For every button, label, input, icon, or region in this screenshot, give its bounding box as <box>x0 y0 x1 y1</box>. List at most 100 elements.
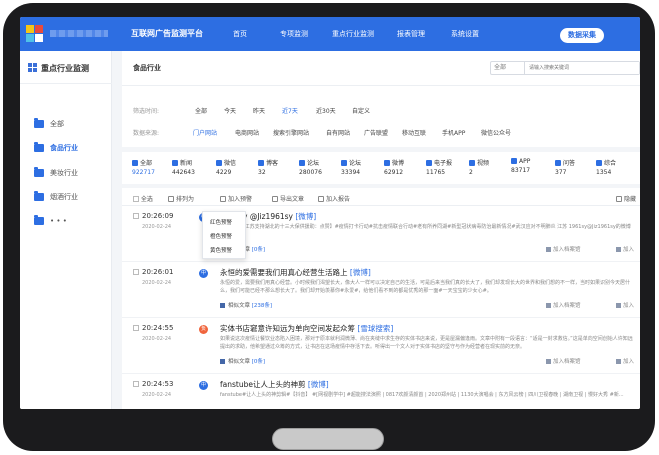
stat-item[interactable]: 全部 922717 <box>132 158 155 176</box>
stat-label: 博客 <box>266 160 279 167</box>
source-option-own-site[interactable]: 自有网站 <box>326 128 350 137</box>
source-option-mobile[interactable]: 移动互联 <box>402 128 426 137</box>
source-option-wechat-official[interactable]: 微信公众号 <box>481 128 511 137</box>
brand-title: 互联网广告监测平台 <box>131 29 203 38</box>
doc-icon <box>220 303 225 308</box>
row-checkbox[interactable] <box>133 213 139 219</box>
stat-label: 论坛 <box>307 160 320 167</box>
row-title[interactable]: 实体书店窘意许知远为单向空间发起众筹 [雪球搜索] <box>220 323 393 334</box>
stat-value: 2 <box>469 169 473 176</box>
row-title[interactable]: 永恒的爱需要我们用真心经营生活路上 [微博] <box>220 267 371 278</box>
stat-item[interactable]: 微博 62912 <box>384 158 404 176</box>
list-item: 20:24:55 2020-02-24 负 实体书店窘意许知远为单向空间发起众筹… <box>122 319 640 374</box>
checkbox-icon <box>341 160 347 166</box>
time-option-30days[interactable]: 近30天 <box>316 106 336 115</box>
dropdown-item-yellow[interactable]: 黄色预警 <box>210 246 232 254</box>
add-archive-button[interactable]: 加入档案馆 <box>546 301 581 309</box>
similar-articles-link[interactable]: 相似文章 [0条] <box>220 357 265 365</box>
source-option-ad-union[interactable]: 广告联盟 <box>364 128 388 137</box>
dropdown-item-red[interactable]: 红色预警 <box>210 218 232 226</box>
row-checkbox[interactable] <box>133 381 139 387</box>
sidebar-title: 重点行业监测 <box>41 64 89 73</box>
time-option-yesterday[interactable]: 昨天 <box>253 106 265 115</box>
hide-button[interactable]: 隐藏 <box>616 194 636 203</box>
add-archive-button[interactable]: 加入档案馆 <box>546 245 581 253</box>
sidebar-item-all[interactable]: 全部 <box>34 118 64 129</box>
similar-label: 相似文章 <box>228 303 251 309</box>
row-source: [微博] <box>349 268 371 277</box>
row-checkbox[interactable] <box>133 269 139 275</box>
stat-label: 微博 <box>392 160 405 167</box>
add-icon <box>616 303 621 308</box>
similar-articles-link[interactable]: 相似文章 [238条] <box>220 301 272 309</box>
add-archive-button[interactable]: 加入档案馆 <box>546 357 581 365</box>
time-option-all[interactable]: 全部 <box>195 106 207 115</box>
stat-item[interactable]: 问答 377 <box>555 158 575 176</box>
sidebar-item-food[interactable]: 食品行业 <box>34 142 78 153</box>
article-list: 全选 排列为 加入预警 导出文章 加入报告 隐藏 20:26:09 2020-0… <box>122 188 640 409</box>
warning-dropdown: 红色预警 橙色预警 黄色预警 <box>202 211 246 259</box>
export-button[interactable]: 导出文章 <box>272 194 304 203</box>
add-warning-button[interactable]: 加入预警 <box>220 194 252 203</box>
sort-button[interactable]: 排列为 <box>168 194 194 203</box>
add-button[interactable]: 加入 <box>616 357 634 365</box>
source-option-search-engine[interactable]: 搜索引擎网站 <box>273 128 309 137</box>
stat-item[interactable]: 微信 4229 <box>216 158 236 176</box>
row-checkbox[interactable] <box>133 325 139 331</box>
source-option-portal[interactable]: 门户网站 <box>193 128 217 137</box>
stat-value: 442643 <box>172 169 195 176</box>
folder-icon <box>34 167 44 177</box>
time-option-today[interactable]: 今天 <box>224 106 236 115</box>
add-report-button[interactable]: 加入报告 <box>318 194 350 203</box>
folder-icon <box>34 215 44 225</box>
nav-home[interactable]: 首页 <box>233 29 247 39</box>
stat-item[interactable]: 新闻 442643 <box>172 158 195 176</box>
report-icon <box>318 196 324 202</box>
stat-item[interactable]: 电子报 11765 <box>426 158 452 176</box>
stat-value: 83717 <box>511 167 531 174</box>
divider <box>20 83 112 84</box>
row-source: [雪球搜索] <box>357 324 394 333</box>
doc-icon <box>220 359 225 364</box>
sidebar-item-beauty[interactable]: 美妆行业 <box>34 167 78 178</box>
sidebar-item-more[interactable]: • • • <box>34 215 67 225</box>
row-date: 2020-02-24 <box>142 392 172 398</box>
source-option-ecommerce[interactable]: 电商网站 <box>235 128 259 137</box>
data-collect-button[interactable]: 数据采集 <box>560 28 604 43</box>
row-title-text: 永恒的爱需要我们用真心经营生活路上 <box>220 268 348 277</box>
stat-label: 论坛 <box>349 160 362 167</box>
stat-item[interactable]: 论坛 280076 <box>299 158 322 176</box>
export-label: 导出文章 <box>280 196 305 203</box>
source-option-app[interactable]: 手机APP <box>442 128 465 137</box>
stat-item[interactable]: 视频 2 <box>469 158 489 176</box>
stat-value: 32 <box>258 169 266 176</box>
nav-industry-monitor[interactable]: 重点行业监测 <box>332 29 374 39</box>
select-all-checkbox[interactable]: 全选 <box>133 194 153 203</box>
add-button[interactable]: 加入 <box>616 301 634 309</box>
stat-item[interactable]: APP 83717 <box>511 158 530 174</box>
stat-value: 1354 <box>596 169 612 176</box>
add-button[interactable]: 加入 <box>616 245 634 253</box>
dropdown-item-orange[interactable]: 橙色预警 <box>210 232 232 240</box>
sidebar-item-tobacco[interactable]: 烟酒行业 <box>34 191 78 202</box>
search-scope-select[interactable]: 全部 <box>491 62 525 74</box>
nav-special-monitor[interactable]: 专项监测 <box>280 29 308 39</box>
nav-settings[interactable]: 系统设置 <box>451 29 479 39</box>
add-report-label: 加入报告 <box>326 196 351 203</box>
folder-icon <box>34 118 44 128</box>
checkbox-icon <box>132 160 138 166</box>
stat-item[interactable]: 论坛 33394 <box>341 158 361 176</box>
time-option-custom[interactable]: 自定义 <box>352 106 370 115</box>
checkbox-icon <box>258 160 264 166</box>
time-option-7days[interactable]: 近7天 <box>282 106 298 115</box>
stat-item[interactable]: 博客 32 <box>258 158 278 176</box>
action-label: 加入 <box>623 359 635 365</box>
row-title[interactable]: fanstube让人上头的神剪 [微博] <box>220 379 329 390</box>
stat-value: 922717 <box>132 169 155 176</box>
hide-label: 隐藏 <box>624 196 637 203</box>
list-item: 20:26:09 2020-02-24 中 1961sy @Jiz1961sy … <box>122 207 640 262</box>
stat-item[interactable]: 综合 1354 <box>596 158 616 176</box>
nav-reports[interactable]: 报表管理 <box>397 29 425 39</box>
folder-icon <box>34 191 44 201</box>
search-input[interactable] <box>525 62 639 74</box>
